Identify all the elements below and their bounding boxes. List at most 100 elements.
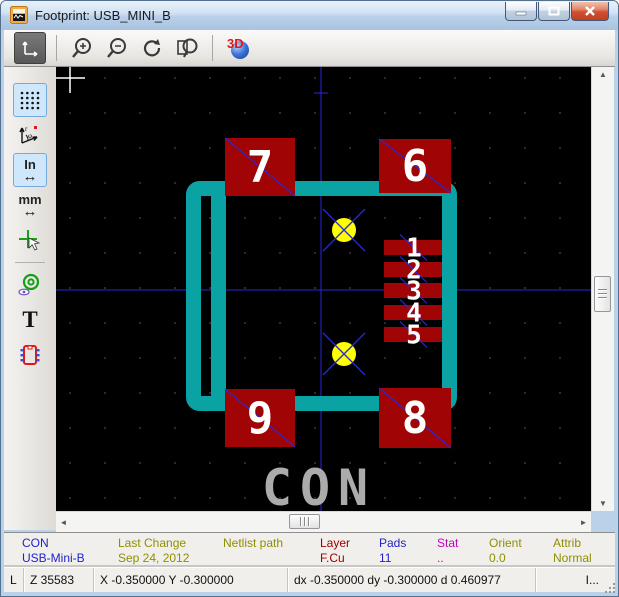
footprint-canvas[interactable]: 769812345CON xyxy=(56,67,591,511)
grid-dot xyxy=(489,357,491,359)
grid-dot xyxy=(349,287,351,289)
grid-dot xyxy=(314,217,316,219)
grid-dot xyxy=(139,182,141,184)
toolbar-separator xyxy=(212,35,213,61)
grid-dot xyxy=(174,112,176,114)
grid-dot xyxy=(69,112,71,114)
grid-display-button[interactable] xyxy=(13,83,47,117)
grid-dot xyxy=(244,112,246,114)
zoom-auto-icon xyxy=(19,37,41,59)
grid-dot xyxy=(559,462,561,464)
svg-text:φ: φ xyxy=(28,132,32,140)
grid-dot xyxy=(419,217,421,219)
grid-dot xyxy=(139,357,141,359)
horizontal-scrollbar[interactable]: ◄ ► xyxy=(56,511,591,532)
pad-number: 6 xyxy=(402,141,429,192)
zoom-in-button[interactable] xyxy=(67,33,97,63)
grid-dot xyxy=(174,497,176,499)
grid-dot xyxy=(104,357,106,359)
scroll-down-arrow[interactable]: ▼ xyxy=(592,496,614,511)
units-inches-button[interactable]: In ↔ xyxy=(13,153,47,187)
grid-dot xyxy=(209,392,211,394)
grid-dot xyxy=(419,497,421,499)
resize-grip[interactable] xyxy=(604,582,617,595)
grid-dot xyxy=(349,392,351,394)
grid-dot xyxy=(69,357,71,359)
grid-dot xyxy=(139,147,141,149)
grid-dot xyxy=(524,287,526,289)
grid-dot xyxy=(174,217,176,219)
titlebar[interactable]: Footprint: USB_MINI_B xyxy=(1,1,618,30)
statusbar-cell: L xyxy=(4,568,24,592)
svg-text:3D: 3D xyxy=(227,36,244,51)
pad-number: 7 xyxy=(247,142,274,193)
grid-dot xyxy=(209,217,211,219)
grid-dot xyxy=(559,77,561,79)
grid-dot xyxy=(454,462,456,464)
grid-dot xyxy=(489,497,491,499)
status-field-value: Sep 24, 2012 xyxy=(118,551,189,565)
units-mm-button[interactable]: mm ↔ xyxy=(13,188,47,222)
zoom-out-button[interactable] xyxy=(102,33,132,63)
grid-dot xyxy=(314,357,316,359)
status-field-value: USB-Mini-B xyxy=(22,551,85,565)
close-icon xyxy=(584,6,596,16)
grid-dot xyxy=(314,322,316,324)
grid-dot xyxy=(384,322,386,324)
redraw-button[interactable] xyxy=(137,33,167,63)
grid-dot xyxy=(174,427,176,429)
zoom-auto-button[interactable] xyxy=(14,32,46,64)
grid-dot xyxy=(524,182,526,184)
grid-dot xyxy=(454,427,456,429)
scroll-right-arrow[interactable]: ► xyxy=(576,512,591,532)
grid-dot xyxy=(314,392,316,394)
grid-dot xyxy=(384,462,386,464)
status-field-label: Last Change xyxy=(118,536,186,550)
footprint-edge-icon xyxy=(18,343,42,367)
maximize-button[interactable] xyxy=(538,2,570,21)
cursor-shape-button[interactable] xyxy=(13,223,47,257)
grid-dot xyxy=(174,462,176,464)
scroll-left-arrow[interactable]: ◄ xyxy=(56,512,71,532)
edge-display-mode-button[interactable] xyxy=(13,338,47,372)
zoom-out-icon xyxy=(105,36,129,60)
grid-dot xyxy=(524,322,526,324)
polar-coordinates-button[interactable]: r φ xyxy=(13,118,47,152)
grid-dot xyxy=(524,497,526,499)
grid-dot xyxy=(279,217,281,219)
grid-dot xyxy=(489,147,491,149)
close-button[interactable] xyxy=(571,2,609,21)
minimize-button[interactable] xyxy=(505,2,537,21)
grid-dot xyxy=(69,287,71,289)
grid-dot xyxy=(209,357,211,359)
scroll-up-arrow[interactable]: ▲ xyxy=(592,67,614,82)
grid-dot xyxy=(209,287,211,289)
grid-dot xyxy=(244,322,246,324)
text-T-label: T xyxy=(22,309,37,331)
grid-dot xyxy=(209,147,211,149)
grid-dot xyxy=(244,287,246,289)
grid-dot xyxy=(69,392,71,394)
grid-dot xyxy=(279,112,281,114)
zoom-fit-button[interactable] xyxy=(172,33,202,63)
grid-dot xyxy=(559,392,561,394)
pad-sketch-icon xyxy=(18,273,42,297)
grid-dot xyxy=(559,147,561,149)
grid-dot xyxy=(524,357,526,359)
canvas-svg[interactable]: 769812345CON xyxy=(56,67,591,511)
horizontal-scroll-thumb[interactable] xyxy=(289,514,320,529)
vertical-scrollbar[interactable]: ▲ ▼ xyxy=(591,67,614,511)
grid-dot xyxy=(104,287,106,289)
grid-dot xyxy=(524,217,526,219)
vertical-scroll-thumb[interactable] xyxy=(594,276,611,312)
pad-display-mode-button[interactable] xyxy=(13,268,47,302)
3d-viewer-button[interactable]: 3D xyxy=(223,33,253,63)
text-display-mode-button[interactable]: T xyxy=(13,303,47,337)
grid-dot xyxy=(244,77,246,79)
grid-dot xyxy=(279,357,281,359)
grid-dot xyxy=(454,147,456,149)
grid-dot xyxy=(314,147,316,149)
grid-dot xyxy=(244,497,246,499)
options-toolbar: r φ In ↔ mm ↔ T xyxy=(4,67,56,530)
grid-dot xyxy=(489,462,491,464)
